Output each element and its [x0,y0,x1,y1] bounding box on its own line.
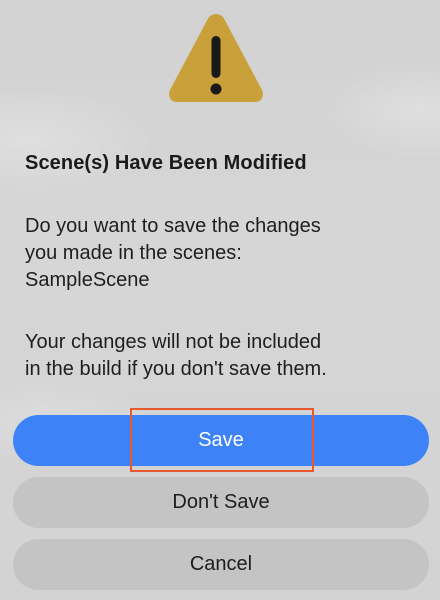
dialog-title: Scene(s) Have Been Modified [25,152,307,174]
save-changes-dialog: Scene(s) Have Been Modified Do you want … [0,0,440,600]
dialog-message: Do you want to save the changes you made… [25,213,425,294]
scene-name: SampleScene [25,269,150,291]
warning-triangle-icon [169,14,263,102]
message-line: you made in the scenes: [25,242,242,264]
info-line: Your changes will not be included [25,331,322,353]
dialog-info: Your changes will not be included in the… [25,329,425,383]
message-line: Do you want to save the changes [25,215,321,237]
info-line: in the build if you don't save them. [25,358,327,380]
save-button[interactable]: Save [13,415,429,466]
dont-save-button[interactable]: Don't Save [13,477,429,528]
cancel-button[interactable]: Cancel [13,539,429,590]
